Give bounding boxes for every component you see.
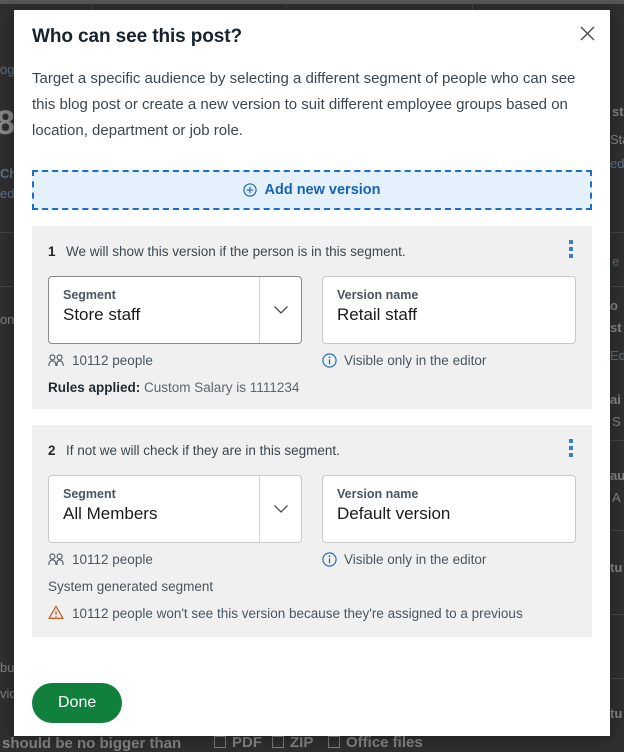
segment-value: All Members (63, 504, 158, 523)
info-icon (322, 552, 337, 567)
version-name-label: Version name (337, 487, 419, 501)
version-card-header: 2 If not we will check if they are in th… (48, 441, 576, 461)
bg-fragment: ai (610, 392, 621, 407)
visibility-note: Visible only in the editor (322, 552, 576, 567)
bg-strip (0, 0, 624, 4)
bg-fragment: bu (0, 660, 15, 675)
bg-fragment: tu (610, 706, 623, 721)
version-card: 1 We will show this version if the perso… (32, 226, 592, 409)
version-meta-row: 10112 people Visible only in the editor (48, 353, 576, 368)
version-name-value: Default version (337, 504, 451, 523)
bg-fragment: e (612, 254, 620, 269)
segment-field-col: Segment Store staff (48, 276, 302, 344)
done-button[interactable]: Done (32, 683, 123, 723)
people-count-text: 10112 people (72, 353, 153, 368)
visibility-note: Visible only in the editor (322, 353, 576, 368)
dialog-body: Who can see this post? Target a specific… (14, 10, 610, 670)
visibility-text: Visible only in the editor (344, 353, 487, 368)
segment-label: Segment (63, 288, 116, 302)
version-name-value: Retail staff (337, 305, 418, 324)
version-name-field-col: Version name Retail staff (322, 276, 576, 344)
bg-fragment: Sta (610, 132, 624, 147)
who-can-see-this-post-dialog: Who can see this post? Target a specific… (14, 10, 610, 736)
bg-divider (608, 530, 624, 531)
version-condition-text: If not we will check if they are in this… (66, 443, 340, 458)
bg-fragment: PDF (232, 734, 262, 751)
bg-fragment: 8 (0, 104, 15, 142)
bg-fragment: on (0, 312, 15, 327)
chevron-down-icon[interactable] (259, 476, 301, 542)
bg-fragment: ed (610, 156, 624, 171)
visibility-text: Visible only in the editor (344, 552, 487, 567)
version-condition-text: We will show this version if the person … (66, 244, 406, 259)
people-icon (48, 553, 65, 566)
version-warning: 10112 people won't see this version beca… (48, 605, 576, 623)
people-icon (48, 354, 65, 367)
close-icon[interactable] (572, 18, 602, 48)
bg-fragment: Office files (346, 734, 423, 751)
version-meta-row: 10112 people Visible only in the editor (48, 552, 576, 567)
page-title: Who can see this post? (32, 26, 242, 47)
bg-fragment: A (612, 490, 621, 505)
chevron-down-icon[interactable] (259, 277, 301, 343)
plus-circle-icon (243, 183, 258, 197)
bg-fragment: st (610, 320, 622, 335)
bg-fragment: st (612, 104, 624, 119)
version-index: 2 (48, 443, 56, 458)
bg-fragment: au (610, 468, 624, 483)
bg-fragment: o (610, 298, 618, 313)
bg-checkbox (272, 736, 284, 748)
rules-applied-value: Custom Salary is 1111234 (144, 380, 300, 395)
system-generated-note: System generated segment (48, 579, 214, 594)
info-icon (322, 353, 337, 368)
segment-select[interactable]: Segment All Members (48, 475, 302, 543)
version-name-field-col: Version name Default version (322, 475, 576, 543)
kebab-menu-icon[interactable] (562, 238, 580, 260)
bg-fragment: ed (0, 186, 15, 201)
version-warning-text: 10112 people won't see this version beca… (72, 606, 523, 621)
bg-fragment: should be no bigger than (2, 735, 182, 752)
rules-applied-label: Rules applied: (48, 380, 141, 395)
version-name-input[interactable]: Version name Retail staff (322, 276, 576, 344)
rules-applied: Rules applied: Custom Salary is 1111234 (48, 380, 576, 395)
bg-checkbox (328, 736, 340, 748)
bg-divider (608, 614, 624, 615)
segment-field-col: Segment All Members (48, 475, 302, 543)
bg-fragment: S (612, 414, 621, 429)
segment-label: Segment (63, 487, 116, 501)
bg-fragment: Ed (610, 348, 624, 363)
bg-fragment: tu (610, 560, 623, 575)
bg-fragment: ZIP (290, 734, 314, 751)
kebab-menu-icon[interactable] (562, 437, 580, 459)
bg-fragment: og (0, 62, 15, 77)
warning-triangle-icon (48, 605, 64, 620)
dialog-footer: Done (14, 670, 610, 736)
version-name-input[interactable]: Version name Default version (322, 475, 576, 543)
segment-value: Store staff (63, 305, 141, 324)
add-new-version-label: Add new version (264, 182, 381, 198)
segment-select[interactable]: Segment Store staff (48, 276, 302, 344)
bg-divider (608, 232, 624, 233)
add-new-version-button[interactable]: Add new version (32, 170, 592, 210)
version-fields: Segment Store staff Version name Retail … (48, 276, 576, 344)
version-card: 2 If not we will check if they are in th… (32, 425, 592, 637)
bg-divider (608, 440, 624, 441)
version-card-header: 1 We will show this version if the perso… (48, 242, 576, 262)
people-count: 10112 people (48, 552, 302, 567)
version-index: 1 (48, 244, 56, 259)
version-fields: Segment All Members Version name Default… (48, 475, 576, 543)
people-count-text: 10112 people (72, 552, 153, 567)
bg-divider (608, 286, 624, 287)
version-name-label: Version name (337, 288, 419, 302)
bg-checkbox (214, 736, 226, 748)
bg-divider (608, 678, 624, 679)
segment-select-main: Segment Store staff (49, 277, 259, 343)
people-count: 10112 people (48, 353, 302, 368)
segment-select-main: Segment All Members (49, 476, 259, 542)
dialog-description: Target a specific audience by selecting … (32, 70, 576, 139)
